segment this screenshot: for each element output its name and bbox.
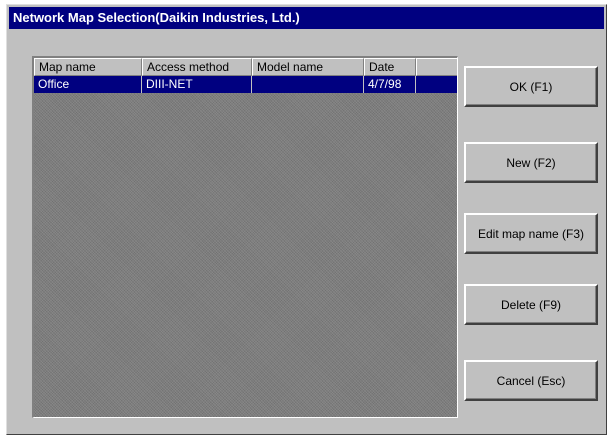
column-header-filler <box>416 58 457 76</box>
table-row[interactable]: Office DIII-NET 4/7/98 <box>34 76 457 93</box>
ok-button[interactable]: OK (F1) <box>464 66 598 107</box>
cell-filler <box>416 76 457 93</box>
column-header-date[interactable]: Date <box>364 58 416 76</box>
column-header-model-name[interactable]: Model name <box>252 58 364 76</box>
edit-map-name-button[interactable]: Edit map name (F3) <box>464 213 598 254</box>
cell-date: 4/7/98 <box>364 76 416 93</box>
dialog-title: Network Map Selection(Daikin Industries,… <box>9 7 604 29</box>
column-header-access-method[interactable]: Access method <box>142 58 252 76</box>
cell-access-method: DIII-NET <box>142 76 252 93</box>
new-button[interactable]: New (F2) <box>464 142 598 183</box>
network-map-list[interactable]: Map name Access method Model name Date O… <box>32 56 458 418</box>
column-header-map-name[interactable]: Map name <box>34 58 142 76</box>
delete-button[interactable]: Delete (F9) <box>464 284 598 325</box>
cell-map-name: Office <box>34 76 142 93</box>
list-header: Map name Access method Model name Date <box>34 58 457 76</box>
network-map-selection-dialog: Network Map Selection(Daikin Industries,… <box>6 4 607 435</box>
cancel-button[interactable]: Cancel (Esc) <box>464 360 598 401</box>
cell-model-name <box>252 76 364 93</box>
